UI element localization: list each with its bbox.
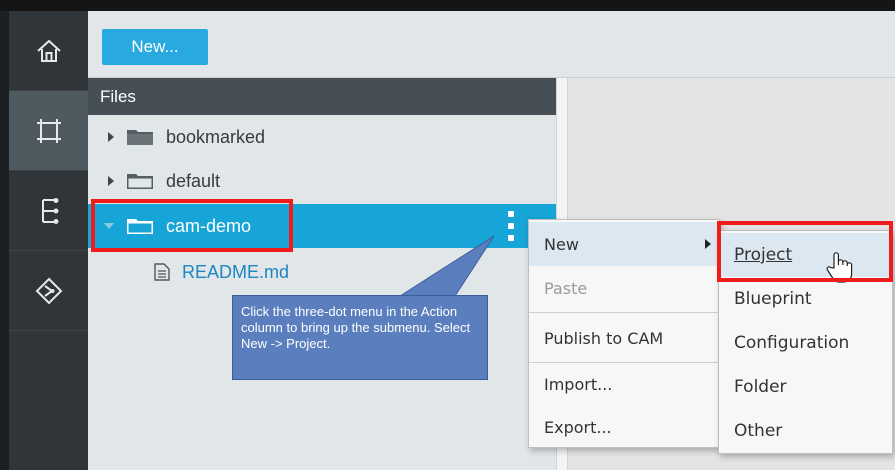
submenu-label: Blueprint — [734, 289, 812, 309]
folder-icon — [127, 219, 153, 234]
menu-item-new[interactable]: New — [529, 222, 719, 266]
menu-item-paste: Paste — [529, 266, 719, 310]
submenu-item-blueprint[interactable]: Blueprint — [719, 277, 892, 321]
hand-cursor-icon — [826, 252, 853, 283]
tree-label: cam-demo — [166, 215, 252, 236]
menu-label: Import... — [544, 374, 613, 394]
menu-label: Publish to CAM — [544, 328, 664, 348]
tree-label: default — [166, 170, 221, 191]
nav-topology[interactable] — [9, 171, 88, 251]
submenu-item-other[interactable]: Other — [719, 409, 892, 453]
new-button[interactable]: New... — [102, 29, 208, 65]
toolbar: New... — [88, 11, 895, 78]
nav-deploy[interactable] — [9, 251, 88, 331]
tree-row-bookmarked[interactable]: bookmarked — [88, 115, 556, 159]
expand-caret-icon[interactable] — [108, 132, 114, 142]
top-bar — [0, 0, 895, 11]
left-nav-rail — [0, 11, 88, 470]
canvas-icon — [36, 118, 61, 143]
document-icon — [154, 263, 170, 281]
nav-canvas[interactable] — [9, 91, 88, 171]
tree-row-readme[interactable]: README.md — [88, 252, 556, 292]
menu-item-publish[interactable]: Publish to CAM — [529, 316, 719, 360]
file-link[interactable]: README.md — [182, 262, 289, 283]
submenu-arrow-icon — [705, 239, 711, 249]
nav-home[interactable] — [9, 11, 88, 91]
submenu-item-project[interactable]: Project — [719, 233, 892, 277]
home-icon — [36, 39, 61, 62]
kebab-menu-icon[interactable] — [506, 209, 516, 243]
new-submenu: Project Blueprint Configuration Folder O… — [718, 230, 893, 454]
submenu-label: Folder — [734, 377, 787, 397]
instruction-callout: Click the three-dot menu in the Action c… — [232, 295, 488, 380]
folder-icon — [127, 130, 153, 145]
topology-icon — [41, 197, 58, 224]
tree-label: bookmarked — [166, 126, 266, 147]
tree-row-default[interactable]: default — [88, 159, 556, 203]
folder-icon — [127, 174, 153, 189]
expand-caret-icon[interactable] — [108, 176, 114, 186]
menu-item-import[interactable]: Import... — [529, 362, 719, 406]
menu-label: Paste — [544, 278, 588, 298]
files-panel: Files bookmarked default cam-demo README… — [88, 78, 556, 470]
menu-separator — [529, 312, 719, 313]
menu-label: New — [544, 234, 579, 254]
submenu-label: Other — [734, 421, 783, 441]
files-header: Files — [88, 78, 556, 115]
submenu-label: Configuration — [734, 333, 850, 353]
tree-row-cam-demo[interactable]: cam-demo — [88, 204, 556, 248]
menu-item-export[interactable]: Export... — [529, 405, 719, 449]
submenu-label: Project — [734, 245, 793, 265]
submenu-item-configuration[interactable]: Configuration — [719, 321, 892, 365]
collapse-caret-icon[interactable] — [104, 223, 114, 229]
context-menu: New Paste Publish to CAM Import... Expor… — [528, 219, 720, 448]
deploy-icon — [35, 277, 62, 304]
rail-edge — [0, 11, 9, 470]
menu-label: Export... — [544, 417, 612, 437]
submenu-item-folder[interactable]: Folder — [719, 365, 892, 409]
